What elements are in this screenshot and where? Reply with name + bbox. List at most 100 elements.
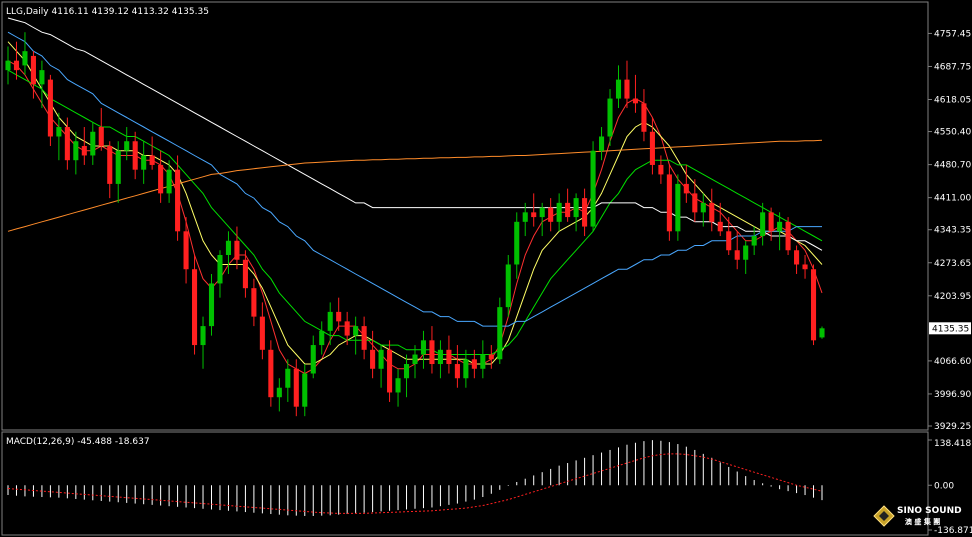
candle-body <box>471 359 477 369</box>
candle-body <box>734 250 740 260</box>
candle-body <box>353 326 359 336</box>
candle-body <box>632 98 639 104</box>
candle-body <box>395 378 401 393</box>
candle-body <box>480 354 486 369</box>
candle-body <box>115 150 121 184</box>
candle-body <box>234 240 240 260</box>
candle-body <box>649 131 655 165</box>
candle-body <box>370 349 376 369</box>
candle-body <box>590 150 596 227</box>
candle-body <box>810 269 817 341</box>
candle-body <box>208 283 215 327</box>
logo-name: SINO SOUND <box>897 506 962 516</box>
candle-body <box>446 349 452 365</box>
price-tick-label: 4273.65 <box>934 259 971 269</box>
candle-body <box>361 326 367 350</box>
candle-body <box>22 51 28 66</box>
price-tick-label: 4687.75 <box>934 62 971 72</box>
candle-body <box>802 264 808 270</box>
candle-body <box>387 349 393 393</box>
chart-title: LLG,Daily 4116.11 4139.12 4113.32 4135.3… <box>6 7 209 17</box>
candle-body <box>615 79 622 99</box>
candle-body <box>573 198 579 218</box>
candle-body <box>259 316 265 350</box>
candle-body <box>47 79 53 137</box>
candle-body <box>743 245 749 260</box>
candle-body <box>166 169 172 194</box>
candle-body <box>285 368 291 388</box>
candle-body <box>420 340 427 355</box>
price-tick-label: 4757.45 <box>934 29 971 39</box>
current-price-label: 4135.35 <box>932 324 969 334</box>
candle-body <box>5 60 11 71</box>
candle-body <box>556 202 562 222</box>
candle-body <box>548 207 554 222</box>
candle-body <box>302 373 308 407</box>
candle-body <box>183 231 189 270</box>
candle-body <box>225 240 232 256</box>
macd-tick-label: 138.418 <box>934 439 971 449</box>
candle-body <box>675 183 681 232</box>
candle-body <box>141 155 147 170</box>
candle-body <box>13 60 20 71</box>
price-tick-label: 4550.40 <box>934 128 971 138</box>
candle-body <box>658 164 664 175</box>
candle-body <box>30 55 36 85</box>
candle-body <box>607 98 613 137</box>
candle-body <box>505 264 511 308</box>
candle-body <box>454 364 460 379</box>
candle-body <box>242 259 248 289</box>
candle-body <box>794 250 800 265</box>
candle-body <box>73 141 79 161</box>
candle-body <box>683 183 689 194</box>
candle-body <box>412 354 418 365</box>
candle-body <box>785 221 791 251</box>
candle-body <box>624 79 630 99</box>
candle-body <box>709 202 715 222</box>
price-tick-label: 4411.00 <box>934 194 971 204</box>
candle-body <box>777 221 783 232</box>
candle-body <box>488 354 494 360</box>
candle-body <box>56 127 62 137</box>
candle-body <box>217 255 223 284</box>
candle-body <box>327 311 333 331</box>
candle-body <box>132 141 138 170</box>
candle-body <box>429 340 435 365</box>
chart-canvas: 4757.45 4687.75 4618.05 4550.40 4480.70 4411.… <box>0 0 972 537</box>
candle-body <box>565 202 571 218</box>
candle-body <box>539 207 545 218</box>
price-tick-label: 3929.25 <box>934 422 971 432</box>
candle-body <box>200 326 206 346</box>
candle-body <box>666 174 672 232</box>
candle-body <box>700 202 706 213</box>
price-tick-label: 3996.90 <box>934 390 971 400</box>
candle-body <box>310 345 316 374</box>
candle-body <box>760 212 766 237</box>
candle-body <box>819 328 825 338</box>
candle-body <box>251 288 257 317</box>
macd-title: MACD(12,26,9) -45.488 -18.637 <box>6 437 150 447</box>
candle-body <box>522 212 528 222</box>
candle-body <box>463 359 469 379</box>
candle-body <box>64 127 70 161</box>
candle-body <box>276 387 282 398</box>
candle-body <box>319 330 325 346</box>
candle-body <box>514 221 520 265</box>
candle-body <box>191 269 198 346</box>
price-tick-label: 4618.05 <box>934 96 971 106</box>
macd-tick-label: -136.871 <box>934 526 972 536</box>
price-tick-label: 4480.70 <box>934 161 971 171</box>
candle-body <box>98 127 104 146</box>
candle-body <box>81 145 87 156</box>
candle-body <box>90 131 96 156</box>
candle-body <box>268 349 274 398</box>
candle-body <box>158 164 164 194</box>
candle-body <box>717 221 723 232</box>
candle-body <box>437 349 443 365</box>
candle-body <box>531 212 537 218</box>
candle-body <box>598 136 605 151</box>
candle-body <box>107 145 113 184</box>
logo-subtitle: 澳 盛 集 團 <box>905 517 940 526</box>
candle-body <box>293 368 299 407</box>
candle-body <box>149 155 155 165</box>
